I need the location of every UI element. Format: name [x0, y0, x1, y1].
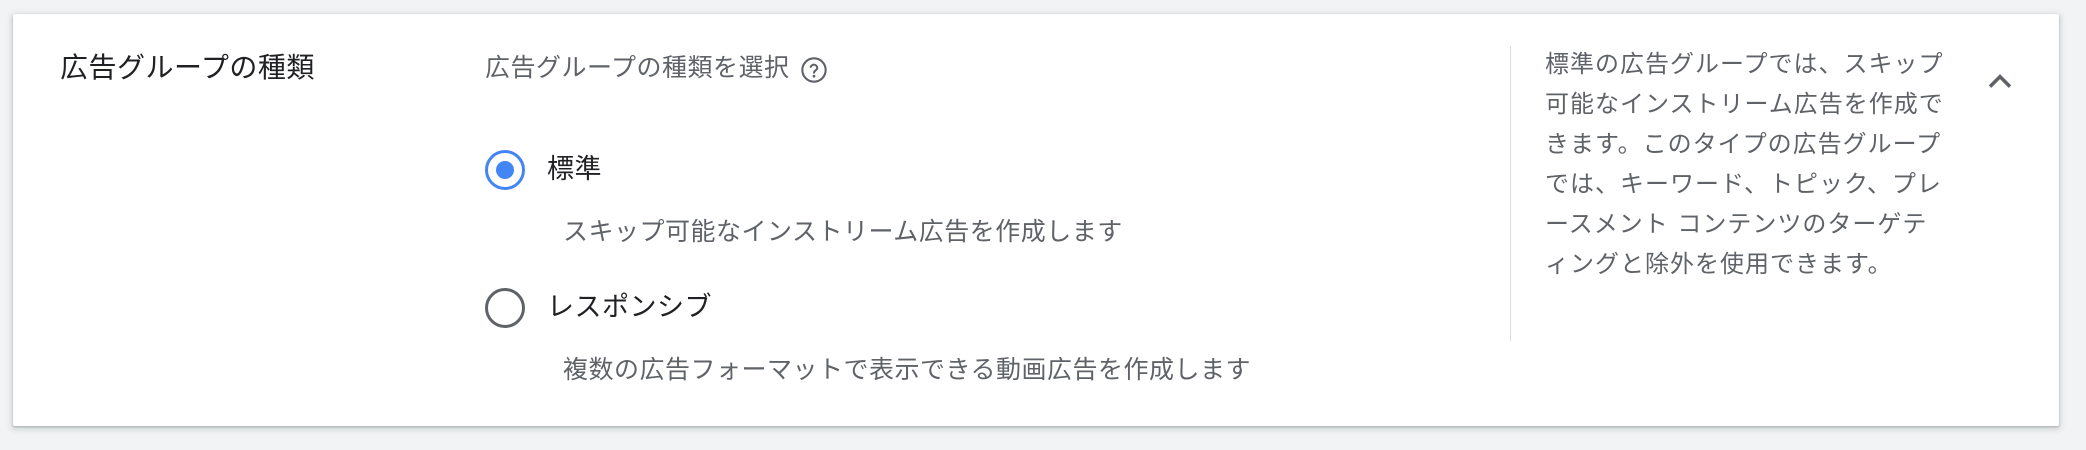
section-title: 広告グループの種類 [60, 51, 315, 84]
radio-option-description: 複数の広告フォーマットで表示できる動画広告を作成します [563, 355, 1252, 384]
radio-option-standard[interactable]: 標準 [485, 150, 602, 190]
radio-option-label[interactable]: 標準 [547, 150, 602, 190]
ad-group-type-card: 広告グループの種類 広告グループの種類を選択 標準 スキップ可能なインストリーム… [13, 14, 2059, 426]
radio-option-label[interactable]: レスポンシブ [547, 288, 712, 328]
selector-label: 広告グループの種類を選択 [485, 53, 790, 82]
radio-option-description: スキップ可能なインストリーム広告を作成します [563, 217, 1123, 246]
radio-button-standard[interactable] [485, 150, 525, 190]
help-circle-icon[interactable] [800, 56, 828, 84]
vertical-divider [1510, 46, 1511, 341]
radio-button-responsive[interactable] [485, 288, 525, 328]
help-panel-text: 標準の広告グループでは、スキップ可能なインストリーム広告を作成できます。このタイ… [1545, 50, 1944, 278]
selector-header: 広告グループの種類を選択 [485, 48, 828, 88]
collapse-button[interactable] [1983, 64, 2017, 98]
chevron-up-icon [1988, 74, 2012, 88]
radio-option-responsive[interactable]: レスポンシブ [485, 288, 712, 328]
